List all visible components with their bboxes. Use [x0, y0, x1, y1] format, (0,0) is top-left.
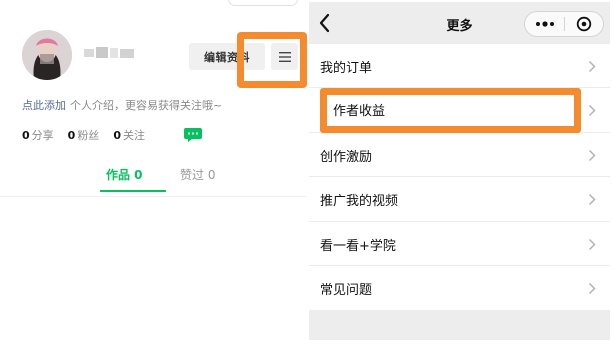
menu-item-creation-incentive[interactable]: 创作激励	[309, 133, 610, 178]
close-circle-icon	[576, 16, 592, 32]
menu-item-label: 推广我的视频	[320, 194, 399, 210]
menu-item-label: 常见问题	[320, 282, 373, 298]
nickname-blurred	[84, 47, 134, 58]
bio-placeholder: 个人介绍，更容易获得关注哦~	[70, 99, 223, 112]
chevron-right-icon	[588, 149, 596, 161]
tab-liked[interactable]: 赞过 0	[180, 166, 215, 183]
mini-program-capsule	[524, 11, 604, 37]
chevron-right-icon	[588, 105, 596, 117]
bio-line: 点此添加 个人介绍，更容易获得关注哦~	[22, 97, 222, 113]
hamburger-icon	[278, 51, 291, 62]
menu-item-promote-video[interactable]: 推广我的视频	[309, 177, 610, 222]
menu-item-academy[interactable]: 看一看+学院	[309, 222, 610, 266]
menu-button[interactable]	[271, 43, 298, 70]
chevron-right-icon	[588, 194, 596, 206]
author-earnings-label[interactable]: 作者收益	[333, 100, 385, 119]
tab-works[interactable]: 作品 0	[106, 166, 143, 183]
active-tab-indicator	[100, 190, 166, 192]
bio-add-link[interactable]: 点此添加	[22, 99, 66, 112]
avatar[interactable]	[22, 30, 72, 80]
chevron-right-icon	[588, 282, 596, 294]
tabs-divider	[0, 196, 306, 197]
more-screen: 更多 我的订单 创作激励 推广我的视频 看一看+学院 常见问题	[309, 2, 610, 340]
menu-item-faq[interactable]: 常见问题	[309, 266, 610, 310]
stat-following[interactable]: 0 关注	[113, 127, 145, 143]
chevron-right-icon	[588, 60, 596, 73]
menu-item-label: 我的订单	[320, 61, 373, 76]
top-capsule-fragment	[228, 0, 298, 6]
edit-profile-button[interactable]: 编辑资料	[189, 43, 265, 70]
more-dots-icon	[536, 21, 554, 27]
more-menu-list: 我的订单 创作激励 推广我的视频 看一看+学院 常见问题	[309, 44, 610, 311]
chat-bubble-icon[interactable]	[183, 127, 203, 143]
stats-row: 0 分享 0 粉丝 0 关注	[22, 127, 203, 143]
stat-fans[interactable]: 0 粉丝	[68, 127, 100, 143]
menu-item-label: 创作激励	[320, 149, 373, 165]
close-button[interactable]	[565, 12, 603, 36]
more-button[interactable]	[525, 12, 565, 36]
stat-shares[interactable]: 0 分享	[22, 127, 54, 143]
profile-tabs: 作品 0 赞过 0	[22, 166, 286, 196]
profile-screen: 编辑资料 点此添加 个人介绍，更容易获得关注哦~ 0 分享 0 粉丝 0 关注 作品 0…	[0, 0, 307, 360]
menu-item-my-orders[interactable]: 我的订单	[309, 44, 610, 89]
chevron-right-icon	[588, 238, 596, 250]
menu-item-label: 看一看+学院	[320, 238, 396, 254]
nav-bar: 更多	[309, 2, 610, 44]
